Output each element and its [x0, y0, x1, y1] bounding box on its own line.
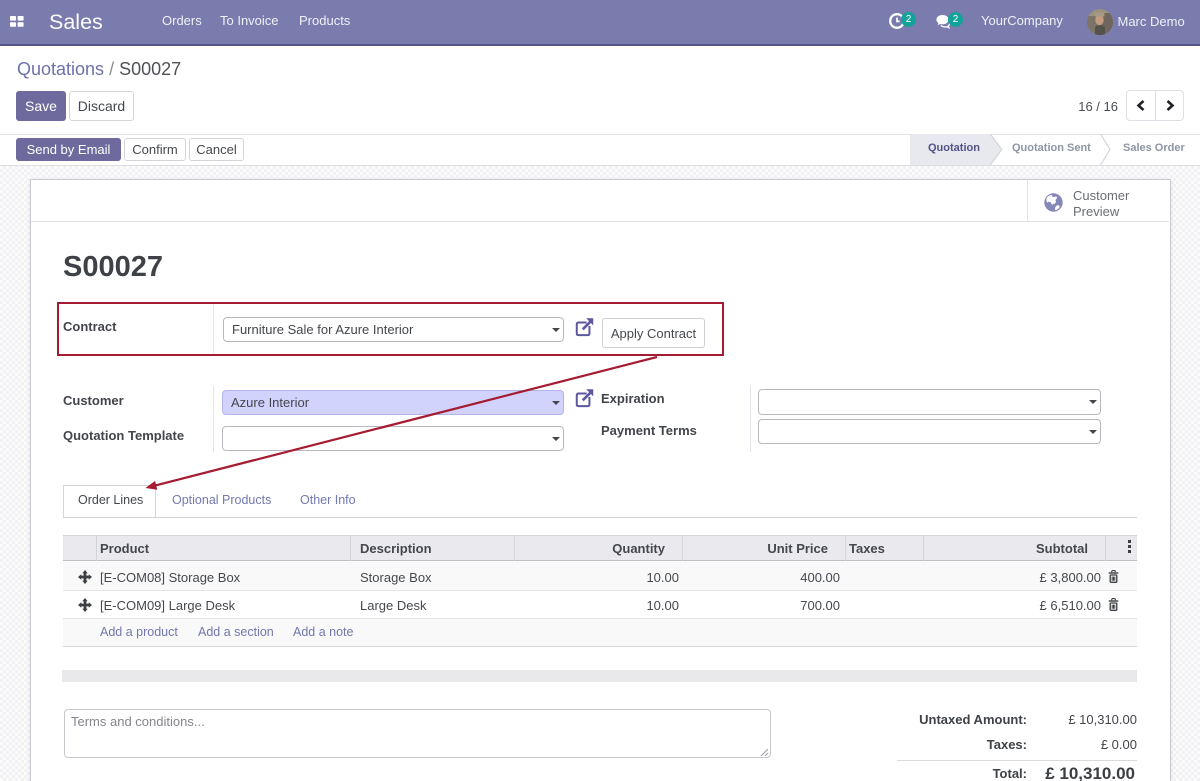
svg-text:Sales Order: Sales Order: [1123, 142, 1185, 154]
svg-text:Quotation: Quotation: [928, 142, 980, 154]
svg-text:Quotation Sent: Quotation Sent: [1012, 142, 1091, 154]
